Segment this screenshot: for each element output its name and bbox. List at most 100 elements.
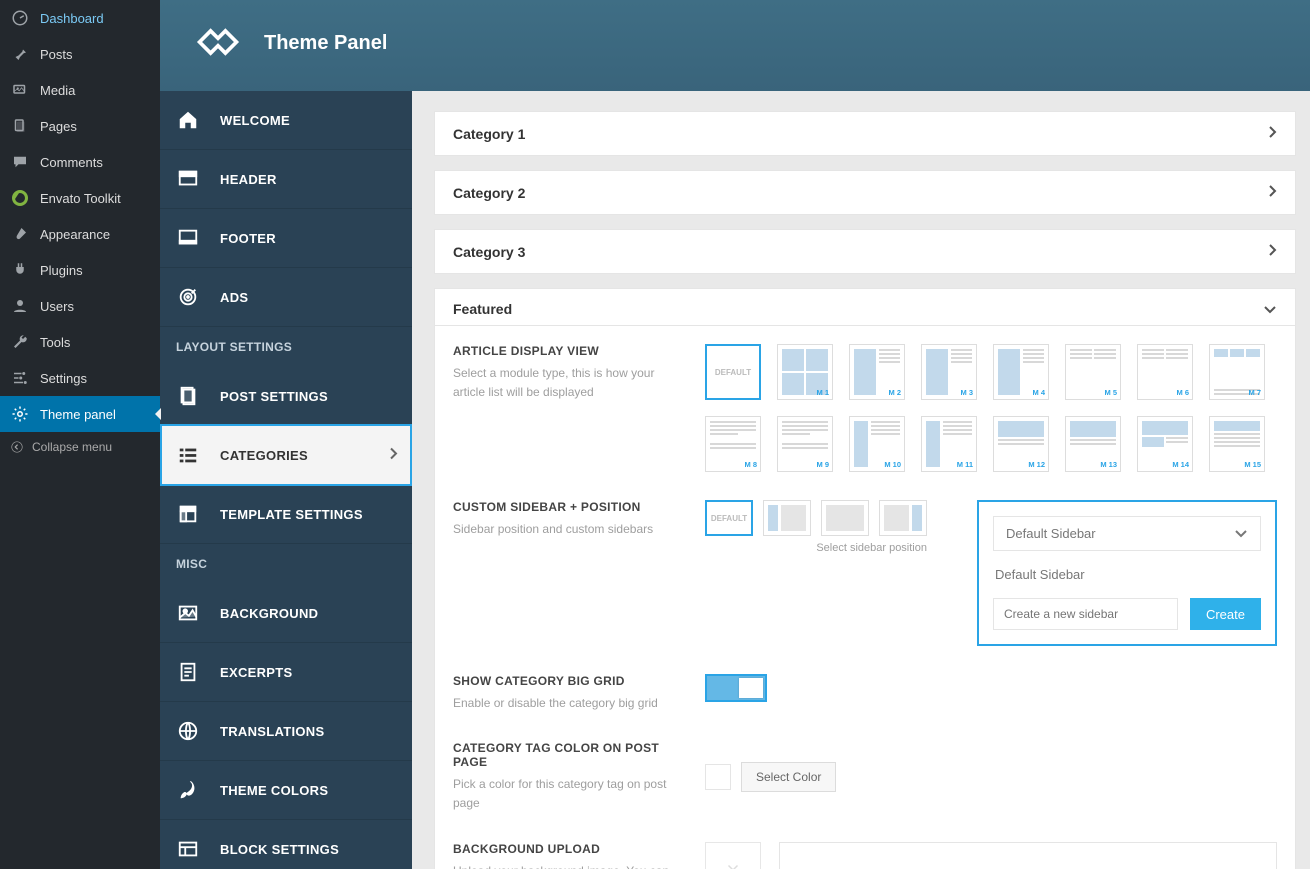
module-5[interactable]: M 5: [1065, 344, 1121, 400]
create-sidebar-button[interactable]: Create: [1190, 598, 1261, 630]
comment-icon: [10, 152, 30, 172]
setting-description: Enable or disable the category big grid: [453, 694, 673, 713]
wp-menu-theme-panel[interactable]: Theme panel: [0, 396, 160, 432]
chevron-right-icon: [388, 447, 398, 464]
dashboard-icon: [10, 8, 30, 28]
panel-nav-section-layout: LAYOUT SETTINGS: [160, 327, 412, 367]
accordion-category-1[interactable]: Category 1: [434, 111, 1296, 156]
panel-nav-excerpts[interactable]: EXCERPTS: [160, 643, 412, 702]
module-2[interactable]: M 2: [849, 344, 905, 400]
wp-collapse-menu[interactable]: Collapse menu: [0, 432, 160, 462]
target-icon: [174, 285, 202, 309]
panel-nav-footer[interactable]: FOOTER: [160, 209, 412, 268]
gear-icon: [10, 404, 30, 424]
create-sidebar-input[interactable]: [993, 598, 1178, 630]
collapse-icon: [10, 440, 24, 454]
panel-nav-welcome[interactable]: WELCOME: [160, 91, 412, 150]
panel-nav-template-settings[interactable]: TEMPLATE SETTINGS: [160, 485, 412, 544]
module-6[interactable]: M 6: [1137, 344, 1193, 400]
accordion-category-2[interactable]: Category 2: [434, 170, 1296, 215]
upload-thumbnail[interactable]: [705, 842, 761, 869]
desc-tag-color: CATEGORY TAG COLOR ON POST PAGE Pick a c…: [453, 741, 673, 813]
sidebar-option[interactable]: Default Sidebar: [993, 561, 1261, 588]
panel-nav-ads[interactable]: ADS: [160, 268, 412, 327]
wp-menu-appearance[interactable]: Appearance: [0, 216, 160, 252]
select-color-button[interactable]: Select Color: [741, 762, 836, 792]
accordion-label: Featured: [453, 301, 512, 317]
wp-menu-label: Pages: [40, 119, 77, 134]
accordion-featured-header[interactable]: Featured: [434, 288, 1296, 326]
module-14[interactable]: M 14: [1137, 416, 1193, 472]
chevron-right-icon: [1267, 125, 1277, 142]
big-grid-toggle[interactable]: [705, 674, 767, 702]
panel-nav-post-settings[interactable]: POST SETTINGS: [160, 367, 412, 426]
sidebar-pos-right[interactable]: [879, 500, 927, 536]
panel-nav-categories[interactable]: CATEGORIES: [160, 426, 412, 485]
post-settings-icon: [174, 384, 202, 408]
wp-menu-comments[interactable]: Comments: [0, 144, 160, 180]
chevron-down-icon: [1263, 302, 1277, 317]
panel-nav-theme-colors[interactable]: THEME COLORS: [160, 761, 412, 820]
wp-menu-label: Comments: [40, 155, 103, 170]
chevron-right-icon: [1267, 184, 1277, 201]
module-11[interactable]: M 11: [921, 416, 977, 472]
envato-icon: [10, 188, 30, 208]
module-tiles: DEFAULT M 1 M 2 M 3 M 4 M 5 M 6 M 7 M 8 M 9 M 10 M …: [705, 344, 1277, 472]
panel-nav: WELCOME HEADER FOOTER ADS LAYOUT SETTING…: [160, 91, 412, 869]
sidebar-pos-left[interactable]: [763, 500, 811, 536]
panel-nav-background[interactable]: BACKGROUND: [160, 584, 412, 643]
module-7[interactable]: M 7: [1209, 344, 1265, 400]
setting-description: Sidebar position and custom sidebars: [453, 520, 673, 539]
sidebar-select[interactable]: Default Sidebar: [993, 516, 1261, 551]
sliders-icon: [10, 368, 30, 388]
theme-panel: Theme Panel WELCOME HEADER FOOTER ADS LA…: [160, 0, 1310, 869]
accordion-category-3[interactable]: Category 3: [434, 229, 1296, 274]
panel-nav-translations[interactable]: TRANSLATIONS: [160, 702, 412, 761]
upload-path-input[interactable]: [779, 842, 1277, 869]
wp-menu-tools[interactable]: Tools: [0, 324, 160, 360]
module-13[interactable]: M 13: [1065, 416, 1121, 472]
row-big-grid: SHOW CATEGORY BIG GRID Enable or disable…: [453, 674, 1277, 713]
wp-menu-label: Theme panel: [40, 407, 116, 422]
module-8[interactable]: M 8: [705, 416, 761, 472]
wp-menu-label: Plugins: [40, 263, 83, 278]
plug-icon: [10, 260, 30, 280]
theme-panel-title: Theme Panel: [264, 32, 387, 55]
accordion-label: Category 1: [453, 126, 525, 142]
wp-menu-settings[interactable]: Settings: [0, 360, 160, 396]
row-article-display: ARTICLE DISPLAY VIEW Select a module typ…: [453, 344, 1277, 472]
panel-nav-section-misc: MISC: [160, 544, 412, 584]
sidebar-pos-default[interactable]: DEFAULT: [705, 500, 753, 536]
wp-menu-media[interactable]: Media: [0, 72, 160, 108]
wp-menu-plugins[interactable]: Plugins: [0, 252, 160, 288]
wp-menu-pages[interactable]: Pages: [0, 108, 160, 144]
desc-custom-sidebar: CUSTOM SIDEBAR + POSITION Sidebar positi…: [453, 500, 673, 539]
wp-menu-posts[interactable]: Posts: [0, 36, 160, 72]
module-4[interactable]: M 4: [993, 344, 1049, 400]
accordion-label: Category 3: [453, 244, 525, 260]
module-10[interactable]: M 10: [849, 416, 905, 472]
wrench-icon: [10, 332, 30, 352]
row-custom-sidebar: CUSTOM SIDEBAR + POSITION Sidebar positi…: [453, 500, 1277, 646]
accordion-label: Category 2: [453, 185, 525, 201]
desc-article-display: ARTICLE DISPLAY VIEW Select a module typ…: [453, 344, 673, 472]
module-9[interactable]: M 9: [777, 416, 833, 472]
tag-color-swatch[interactable]: [705, 764, 731, 790]
panel-nav-label: EXCERPTS: [220, 665, 292, 680]
theme-logo-icon: [190, 18, 246, 69]
panel-nav-block-settings[interactable]: BLOCK SETTINGS: [160, 820, 412, 869]
wp-menu-dashboard[interactable]: Dashboard: [0, 0, 160, 36]
blocks-icon: [174, 837, 202, 861]
sidebar-pos-none[interactable]: [821, 500, 869, 536]
module-default[interactable]: DEFAULT: [705, 344, 761, 400]
panel-nav-header[interactable]: HEADER: [160, 150, 412, 209]
home-icon: [174, 108, 202, 132]
list-icon: [174, 443, 202, 467]
desc-bg-upload: BACKGROUND UPLOAD Upload your background…: [453, 842, 673, 869]
module-12[interactable]: M 12: [993, 416, 1049, 472]
module-3[interactable]: M 3: [921, 344, 977, 400]
wp-menu-users[interactable]: Users: [0, 288, 160, 324]
module-1[interactable]: M 1: [777, 344, 833, 400]
module-15[interactable]: M 15: [1209, 416, 1265, 472]
wp-menu-envato[interactable]: Envato Toolkit: [0, 180, 160, 216]
